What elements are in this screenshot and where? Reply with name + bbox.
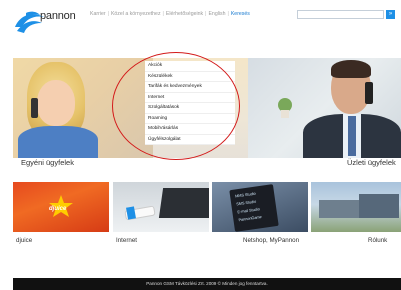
woman-face — [37, 80, 75, 126]
nav-separator: | — [107, 11, 109, 17]
tile-label-djuice[interactable]: djuice — [16, 237, 32, 244]
footer: Pannon GSM Távközlési Zrt. 2009 © Minden… — [13, 278, 401, 290]
woman-shirt — [18, 126, 98, 158]
nav-separator: | — [227, 11, 229, 17]
laptop-icon — [158, 188, 209, 218]
nav-link-karrier[interactable]: Karrier — [90, 11, 106, 17]
man-hair — [331, 60, 371, 78]
tile-netshop[interactable]: MMS Studio SMS Studio E-mail Studio Pann… — [212, 182, 308, 232]
tile-internet[interactable] — [113, 182, 209, 232]
search-button[interactable]: » — [386, 10, 395, 19]
nav-link-elerhetosegeink[interactable]: Elérhetőségeink — [166, 11, 203, 17]
plant-pot — [281, 110, 289, 118]
phone-screen-icon: MMS Studio SMS Studio E-mail Studio Pann… — [229, 184, 279, 232]
phone-icon — [31, 98, 38, 118]
tile-label-rolunk[interactable]: Rólunk — [368, 237, 387, 244]
nav-link-kornyezet[interactable]: Közel a környezethez — [111, 11, 161, 17]
tile-rolunk[interactable] — [311, 182, 401, 232]
man-tie — [348, 116, 356, 156]
brand-name[interactable]: pannon — [40, 10, 76, 22]
card-line: MMS Studio — [234, 191, 256, 199]
hero-label-individual[interactable]: Egyéni ügyfelek — [21, 158, 74, 167]
top-navigation: Karrier | Közel a környezethez | Elérhetőség… — [90, 11, 250, 17]
building-icon — [359, 194, 399, 218]
hero-label-business[interactable]: Üzleti ügyfelek — [347, 158, 396, 167]
tile-label-internet[interactable]: Internet — [116, 237, 137, 244]
card-line: SMS Studio — [236, 199, 257, 207]
nav-separator: | — [162, 11, 164, 17]
nav-link-kereses[interactable]: Keresés — [231, 11, 250, 17]
tile-label-netshop[interactable]: Netshop, MyPannon — [243, 237, 299, 244]
nav-link-english[interactable]: English — [208, 11, 225, 17]
card-line: PannonGame — [238, 215, 263, 223]
djuice-logo-text: djuice — [49, 206, 67, 212]
card-line: E-mail Studio — [237, 207, 261, 215]
search-input[interactable] — [297, 10, 384, 19]
phone-icon — [365, 82, 373, 104]
highlight-ellipse — [112, 52, 240, 160]
nav-separator: | — [205, 11, 207, 17]
tile-djuice[interactable]: djuice — [13, 182, 109, 232]
